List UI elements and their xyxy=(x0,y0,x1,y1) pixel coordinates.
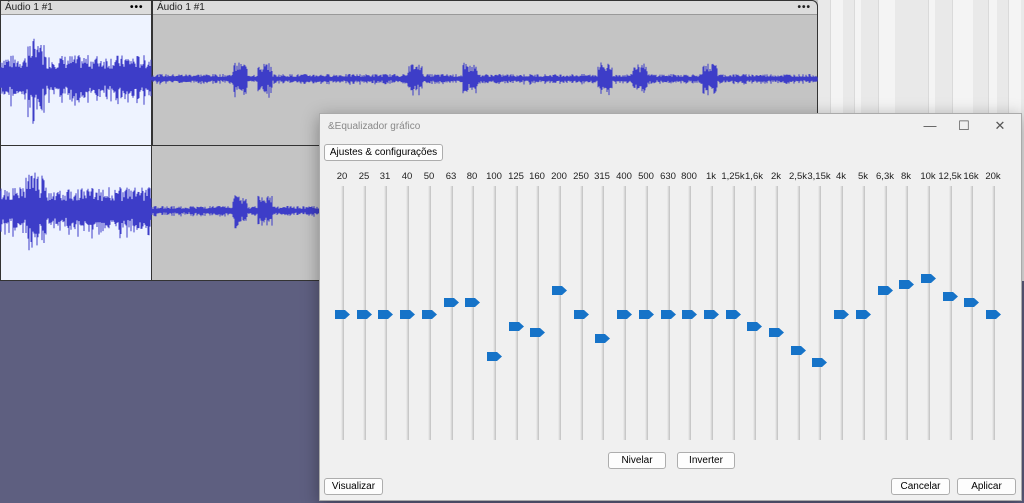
band-slider-track[interactable] xyxy=(905,186,908,440)
band-slider-thumb[interactable] xyxy=(357,310,372,319)
level-button[interactable]: Nivelar xyxy=(608,452,666,469)
band-slider-track[interactable] xyxy=(493,186,496,440)
band-slider-thumb[interactable] xyxy=(661,310,676,319)
presets-button[interactable]: Ajustes & configurações xyxy=(324,144,443,161)
band-slider-thumb[interactable] xyxy=(856,310,871,319)
band-slider-track[interactable] xyxy=(515,186,518,440)
band-slider-track[interactable] xyxy=(536,186,539,440)
band-slider-track[interactable] xyxy=(471,186,474,440)
band-slider-thumb[interactable] xyxy=(617,310,632,319)
band-slider-thumb[interactable] xyxy=(465,298,480,307)
invert-button[interactable]: Inverter xyxy=(677,452,735,469)
band-slider-thumb[interactable] xyxy=(400,310,415,319)
band-slider-thumb[interactable] xyxy=(639,310,654,319)
band-slider-thumb[interactable] xyxy=(769,328,784,337)
band-slider-track[interactable] xyxy=(775,186,778,440)
band-slider-thumb[interactable] xyxy=(487,352,502,361)
band-slider-thumb[interactable] xyxy=(509,322,524,331)
band-slider-thumb[interactable] xyxy=(552,286,567,295)
band-slider-track[interactable] xyxy=(558,186,561,440)
band-slider-thumb[interactable] xyxy=(986,310,1001,319)
band-slider-track[interactable] xyxy=(970,186,973,440)
band-slider-thumb[interactable] xyxy=(595,334,610,343)
band-slider-track[interactable] xyxy=(601,186,604,440)
band-slider-thumb[interactable] xyxy=(335,310,350,319)
band-slider-thumb[interactable] xyxy=(747,322,762,331)
dialog-title: &Equalizador gráfico xyxy=(328,121,421,132)
band-slider-track[interactable] xyxy=(927,186,930,440)
band-slider-thumb[interactable] xyxy=(530,328,545,337)
waveform-channel-1 xyxy=(0,38,818,124)
band-slider-track[interactable] xyxy=(949,186,952,440)
band-slider-track[interactable] xyxy=(818,186,821,440)
band-slider-thumb[interactable] xyxy=(444,298,459,307)
band-slider-thumb[interactable] xyxy=(834,310,849,319)
band-slider-track[interactable] xyxy=(450,186,453,440)
band-slider-thumb[interactable] xyxy=(899,280,914,289)
apply-button[interactable]: Aplicar xyxy=(957,478,1016,495)
band-slider-thumb[interactable] xyxy=(964,298,979,307)
waveform-channel-2 xyxy=(0,172,320,251)
close-icon[interactable]: ✕ xyxy=(986,117,1014,135)
band-label: 20k xyxy=(985,171,1001,182)
band-slider-thumb[interactable] xyxy=(378,310,393,319)
preview-button[interactable]: Visualizar xyxy=(324,478,383,495)
band-slider-thumb[interactable] xyxy=(682,310,697,319)
band-slider-track[interactable] xyxy=(753,186,756,440)
minimize-icon[interactable]: — xyxy=(916,117,944,135)
band-slider-thumb[interactable] xyxy=(878,286,893,295)
band-slider-thumb[interactable] xyxy=(921,274,936,283)
band-slider-thumb[interactable] xyxy=(704,310,719,319)
band-slider-thumb[interactable] xyxy=(422,310,437,319)
band-slider-track[interactable] xyxy=(797,186,800,440)
equalizer-dialog: &Equalizador gráfico — ☐ ✕ Ajustes & con… xyxy=(319,113,1022,501)
cancel-button[interactable]: Cancelar xyxy=(891,478,950,495)
band-slider-thumb[interactable] xyxy=(812,358,827,367)
band-slider-track[interactable] xyxy=(884,186,887,440)
band-slider-thumb[interactable] xyxy=(943,292,958,301)
band-slider-thumb[interactable] xyxy=(791,346,806,355)
band-slider-thumb[interactable] xyxy=(574,310,589,319)
band-slider-thumb[interactable] xyxy=(726,310,741,319)
maximize-icon[interactable]: ☐ xyxy=(950,117,978,135)
